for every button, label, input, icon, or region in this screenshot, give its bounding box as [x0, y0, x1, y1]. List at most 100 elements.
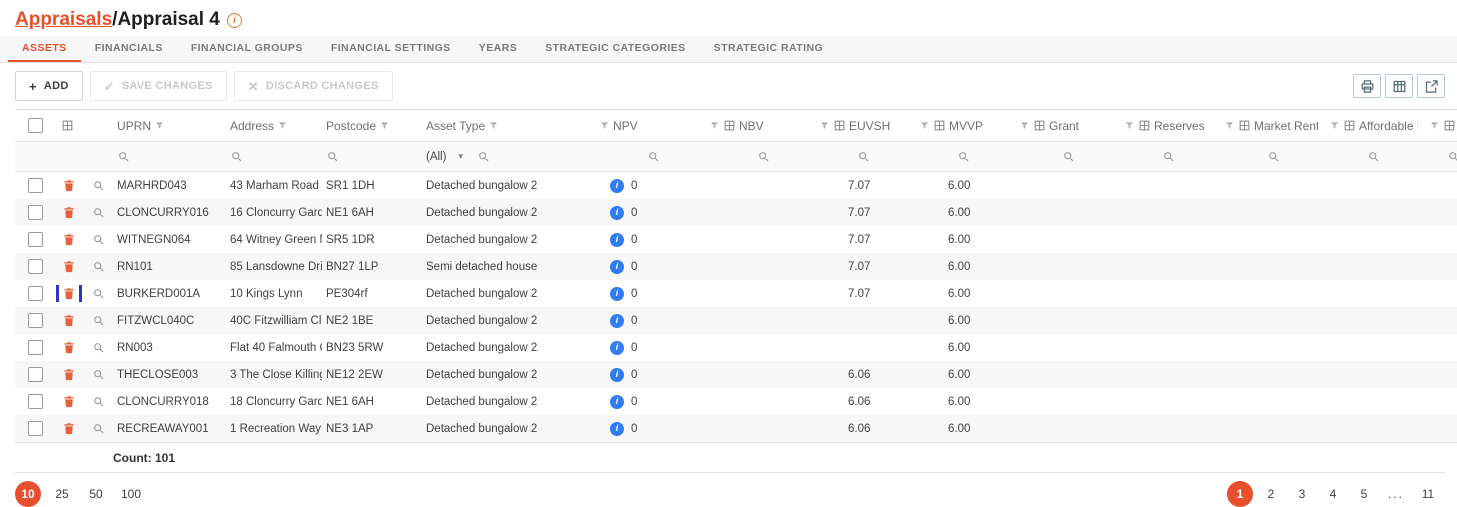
search-icon[interactable] [92, 422, 105, 435]
row-checkbox[interactable] [28, 340, 43, 355]
search-icon[interactable] [957, 150, 970, 163]
filter-icon[interactable] [1019, 120, 1030, 131]
npv-info-icon[interactable]: i [610, 395, 624, 409]
page-size-25[interactable]: 25 [49, 481, 75, 507]
npv-info-icon[interactable]: i [610, 422, 624, 436]
row-checkbox[interactable] [28, 394, 43, 409]
search-icon[interactable] [647, 150, 660, 163]
grid-columns-icon[interactable] [1138, 119, 1151, 132]
row-checkbox[interactable] [28, 286, 43, 301]
export-button[interactable] [1417, 74, 1445, 98]
filter-icon[interactable] [1124, 120, 1135, 131]
tab-years[interactable]: YEARS [465, 36, 531, 62]
delete-row-icon[interactable] [62, 313, 76, 328]
search-icon[interactable] [92, 260, 105, 273]
row-checkbox[interactable] [28, 367, 43, 382]
tab-assets[interactable]: ASSETS [8, 36, 81, 62]
search-icon[interactable] [1367, 150, 1380, 163]
filter-icon[interactable] [599, 120, 610, 131]
grid-columns-icon[interactable] [833, 119, 846, 132]
page-1[interactable]: 1 [1227, 481, 1253, 507]
filter-icon[interactable] [1224, 120, 1235, 131]
delete-row-icon[interactable] [62, 178, 76, 193]
delete-row-icon[interactable] [62, 394, 76, 409]
search-icon[interactable] [1162, 150, 1175, 163]
row-checkbox[interactable] [28, 421, 43, 436]
search-icon[interactable] [1447, 150, 1457, 163]
search-icon[interactable] [92, 179, 105, 192]
tab-financials[interactable]: FINANCIALS [81, 36, 177, 62]
grid-columns-icon[interactable] [1033, 119, 1046, 132]
search-icon[interactable] [92, 368, 105, 381]
page-size-10[interactable]: 10 [15, 481, 41, 507]
save-changes-button[interactable]: ✓ SAVE CHANGES [90, 71, 227, 101]
search-icon[interactable] [1062, 150, 1075, 163]
breadcrumb-appraisals-link[interactable]: Appraisals [15, 9, 112, 31]
npv-info-icon[interactable]: i [610, 233, 624, 247]
npv-info-icon[interactable]: i [610, 314, 624, 328]
filter-icon[interactable] [277, 120, 288, 131]
grid-columns-icon[interactable] [1443, 119, 1456, 132]
filter-icon[interactable] [919, 120, 930, 131]
npv-info-icon[interactable]: i [610, 179, 624, 193]
asset-type-filter-value[interactable]: (All) [426, 151, 446, 163]
search-icon[interactable] [92, 233, 105, 246]
grid-columns-icon[interactable] [1238, 119, 1251, 132]
search-icon[interactable] [117, 150, 130, 163]
tab-strategic-rating[interactable]: STRATEGIC RATING [700, 36, 837, 62]
row-checkbox[interactable] [28, 205, 43, 220]
search-icon[interactable] [1267, 150, 1280, 163]
grid-columns-icon[interactable] [61, 119, 74, 132]
npv-info-icon[interactable]: i [610, 260, 624, 274]
title-info-icon[interactable]: i [227, 13, 242, 28]
search-icon[interactable] [92, 341, 105, 354]
delete-row-icon[interactable] [62, 259, 76, 274]
row-checkbox[interactable] [28, 313, 43, 328]
grid-columns-icon[interactable] [933, 119, 946, 132]
search-icon[interactable] [757, 150, 770, 163]
page-4[interactable]: 4 [1320, 481, 1346, 507]
select-all-checkbox[interactable] [28, 118, 43, 133]
search-icon[interactable] [92, 395, 105, 408]
filter-icon[interactable] [1329, 120, 1340, 131]
tab-financial-groups[interactable]: FINANCIAL GROUPS [177, 36, 317, 62]
page-2[interactable]: 2 [1258, 481, 1284, 507]
search-icon[interactable] [92, 206, 105, 219]
delete-row-icon[interactable] [62, 205, 76, 220]
search-icon[interactable] [857, 150, 870, 163]
delete-row-icon[interactable] [62, 286, 76, 301]
filter-icon[interactable] [709, 120, 720, 131]
grid-columns-icon[interactable] [723, 119, 736, 132]
tab-strategic-categories[interactable]: STRATEGIC CATEGORIES [531, 36, 699, 62]
delete-row-icon[interactable] [62, 367, 76, 382]
page-11[interactable]: 11 [1415, 481, 1441, 507]
grid-columns-icon[interactable] [1343, 119, 1356, 132]
npv-info-icon[interactable]: i [610, 341, 624, 355]
npv-info-icon[interactable]: i [610, 206, 624, 220]
delete-row-icon[interactable] [62, 421, 76, 436]
row-checkbox[interactable] [28, 259, 43, 274]
search-icon[interactable] [477, 150, 490, 163]
filter-icon[interactable] [154, 120, 165, 131]
column-chooser-button[interactable] [1385, 74, 1413, 98]
add-button[interactable]: + ADD [15, 71, 83, 101]
search-icon[interactable] [326, 150, 339, 163]
row-checkbox[interactable] [28, 232, 43, 247]
npv-info-icon[interactable]: i [610, 368, 624, 382]
page-3[interactable]: 3 [1289, 481, 1315, 507]
page-size-100[interactable]: 100 [117, 481, 145, 507]
npv-info-icon[interactable]: i [610, 287, 624, 301]
filter-icon[interactable] [488, 120, 499, 131]
discard-changes-button[interactable]: ✕ DISCARD CHANGES [234, 71, 393, 101]
print-button[interactable] [1353, 74, 1381, 98]
page-5[interactable]: 5 [1351, 481, 1377, 507]
filter-icon[interactable] [819, 120, 830, 131]
page-size-50[interactable]: 50 [83, 481, 109, 507]
delete-row-icon[interactable] [62, 340, 76, 355]
delete-row-icon[interactable] [62, 232, 76, 247]
row-checkbox[interactable] [28, 178, 43, 193]
search-icon[interactable] [230, 150, 243, 163]
search-icon[interactable] [92, 287, 105, 300]
filter-icon[interactable] [379, 120, 390, 131]
search-icon[interactable] [92, 314, 105, 327]
